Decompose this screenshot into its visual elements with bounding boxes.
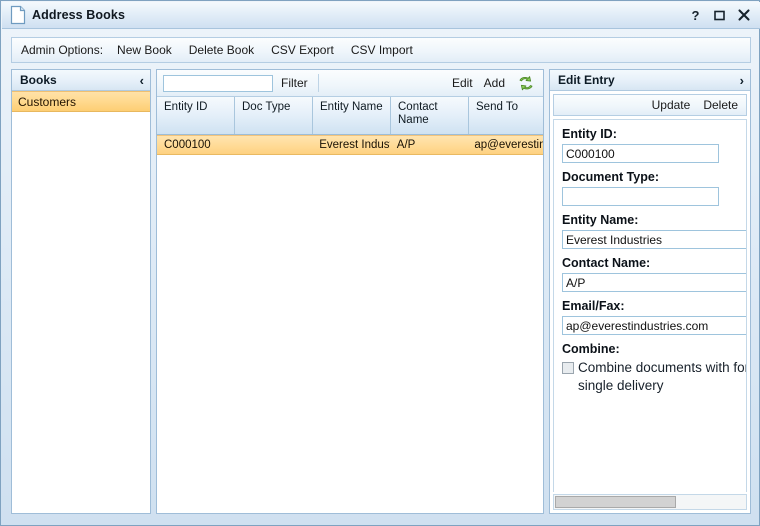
book-item-label: Customers <box>18 95 76 109</box>
combine-label: Combine: <box>562 342 747 356</box>
edit-entry-form: Entity ID: Document Type: Entity Name: C… <box>553 119 747 492</box>
column-header-entity-name[interactable]: Entity Name <box>313 97 391 134</box>
filter-button[interactable]: Filter <box>281 76 308 90</box>
books-panel-title: Books <box>20 73 57 87</box>
document-type-field[interactable] <box>562 187 719 206</box>
window-controls: ? <box>688 8 751 23</box>
close-icon <box>738 9 750 21</box>
edit-entry-header: Edit Entry › <box>550 70 750 91</box>
csv-export-button[interactable]: CSV Export <box>271 43 334 57</box>
book-item-customers[interactable]: Customers <box>12 91 150 112</box>
column-header-send-to[interactable]: Send To <box>469 97 543 134</box>
contact-name-field[interactable] <box>562 273 747 292</box>
entity-name-field[interactable] <box>562 230 747 249</box>
entries-list-panel: Filter Edit Add Entity ID Doc Type Entit… <box>156 69 544 514</box>
add-button[interactable]: Add <box>484 76 505 90</box>
combine-checkbox-label: Combine documents with for single delive… <box>578 359 747 395</box>
contact-name-label: Contact Name: <box>562 256 747 270</box>
email-fax-field[interactable] <box>562 316 747 335</box>
entity-id-field[interactable] <box>562 144 719 163</box>
delete-book-button[interactable]: Delete Book <box>189 43 254 57</box>
maximize-icon <box>714 10 725 21</box>
email-fax-label: Email/Fax: <box>562 299 747 313</box>
document-icon <box>9 5 27 25</box>
csv-import-button[interactable]: CSV Import <box>351 43 413 57</box>
delete-button[interactable]: Delete <box>703 98 738 112</box>
edit-entry-panel: Edit Entry › Update Delete Entity ID: Do… <box>549 69 751 514</box>
edit-button[interactable]: Edit <box>452 76 473 90</box>
new-book-button[interactable]: New Book <box>117 43 172 57</box>
cell-send-to: ap@everestindu <box>467 136 543 154</box>
grid-header-row: Entity ID Doc Type Entity Name Contact N… <box>157 97 543 135</box>
list-toolbar-actions: Edit Add <box>452 74 538 93</box>
toolbar-separator <box>318 74 319 92</box>
help-button[interactable]: ? <box>688 8 703 23</box>
close-button[interactable] <box>736 8 751 23</box>
chevron-left-icon[interactable]: ‹ <box>140 74 144 87</box>
column-header-doc-type[interactable]: Doc Type <box>235 97 313 134</box>
admin-options-label: Admin Options: <box>21 43 103 57</box>
window-title: Address Books <box>32 8 125 22</box>
column-header-entity-id[interactable]: Entity ID <box>157 97 235 134</box>
combine-checkbox[interactable] <box>562 362 574 374</box>
entity-name-label: Entity Name: <box>562 213 747 227</box>
horizontal-scrollbar-thumb[interactable] <box>555 496 676 508</box>
update-button[interactable]: Update <box>652 98 691 112</box>
cell-entity-id: C000100 <box>157 136 235 154</box>
edit-entry-toolbar: Update Delete <box>553 94 747 116</box>
cell-entity-name: Everest Industr <box>312 136 390 154</box>
cell-contact-name: A/P <box>390 136 468 154</box>
entity-id-label: Entity ID: <box>562 127 747 141</box>
application-window: Address Books ? Admin Options: New Book … <box>0 0 760 526</box>
refresh-icon[interactable] <box>516 74 536 93</box>
filter-input[interactable] <box>163 75 273 92</box>
combine-checkbox-row[interactable]: Combine documents with for single delive… <box>562 359 747 395</box>
title-bar: Address Books ? <box>2 2 760 29</box>
maximize-button[interactable] <box>712 8 727 23</box>
books-panel-header: Books ‹ <box>12 70 150 91</box>
table-row[interactable]: C000100 Everest Industr A/P ap@everestin… <box>157 135 543 155</box>
horizontal-scrollbar[interactable] <box>553 494 747 510</box>
cell-doc-type <box>235 136 313 154</box>
edit-entry-title: Edit Entry <box>558 73 615 87</box>
admin-options-bar: Admin Options: New Book Delete Book CSV … <box>11 37 751 63</box>
books-panel: Books ‹ Customers <box>11 69 151 514</box>
column-header-contact-name[interactable]: Contact Name <box>391 97 469 134</box>
chevron-right-icon[interactable]: › <box>740 74 744 87</box>
list-toolbar: Filter Edit Add <box>157 70 543 97</box>
document-type-label: Document Type: <box>562 170 747 184</box>
